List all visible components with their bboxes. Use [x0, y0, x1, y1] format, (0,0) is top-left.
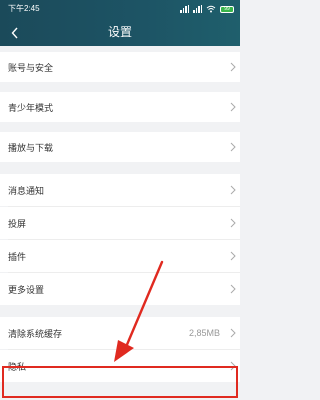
settings-item-plugins[interactable]: 插件 [0, 240, 240, 272]
cache-size-value: 2,85MB [188, 328, 220, 338]
settings-item-label: 清除系统缓存 [8, 328, 63, 339]
chevron-right-icon [226, 92, 240, 122]
settings-item-label: 青少年模式 [8, 102, 54, 113]
settings-item-label: 账号与安全 [8, 62, 54, 73]
settings-item-notifications[interactable]: 消息通知 [0, 174, 240, 206]
settings-item-label: 插件 [8, 251, 27, 262]
chevron-right-icon [226, 274, 240, 304]
nav-bar: 设置 [0, 20, 240, 46]
settings-list: 账号与安全 青少年模式 播放与下载 消息通知 投屏 插件 更多设置 清除系统缓存… [0, 46, 240, 382]
status-icons: 99 [180, 0, 234, 18]
page-title: 设置 [107, 25, 132, 39]
chevron-left-icon [11, 27, 18, 39]
settings-item-label: 投屏 [8, 218, 27, 229]
settings-item-cast[interactable]: 投屏 [0, 207, 240, 239]
chevron-right-icon [226, 318, 240, 348]
settings-item-label: 更多设置 [8, 284, 45, 295]
chevron-right-icon [226, 132, 240, 162]
spacer [0, 82, 240, 92]
app-header: 下午2:45 99 设置 [0, 0, 240, 46]
status-bar: 下午2:45 99 [0, 0, 240, 18]
settings-item-account-security[interactable]: 账号与安全 [0, 52, 240, 82]
settings-item-label: 隐私 [8, 361, 27, 372]
settings-item-teen-mode[interactable]: 青少年模式 [0, 92, 240, 122]
signal-icon [180, 5, 189, 13]
spacer [0, 305, 240, 317]
spacer [0, 162, 240, 174]
chevron-right-icon [226, 52, 240, 82]
spacer [0, 122, 240, 132]
battery-icon: 99 [220, 5, 234, 13]
settings-item-label: 播放与下载 [8, 142, 54, 153]
settings-item-privacy[interactable]: 隐私 [0, 350, 240, 382]
signal-icon-2 [193, 5, 202, 13]
settings-item-label: 消息通知 [8, 185, 45, 196]
settings-item-playback-download[interactable]: 播放与下载 [0, 132, 240, 162]
wifi-icon [206, 5, 216, 13]
settings-item-more-settings[interactable]: 更多设置 [0, 273, 240, 305]
chevron-right-icon [226, 208, 240, 238]
chevron-right-icon [226, 351, 240, 381]
chevron-right-icon [226, 241, 240, 271]
settings-item-clear-cache[interactable]: 清除系统缓存 2,85MB [0, 317, 240, 349]
back-button[interactable] [2, 20, 28, 46]
status-time: 下午2:45 [8, 4, 40, 13]
chevron-right-icon [226, 175, 240, 205]
